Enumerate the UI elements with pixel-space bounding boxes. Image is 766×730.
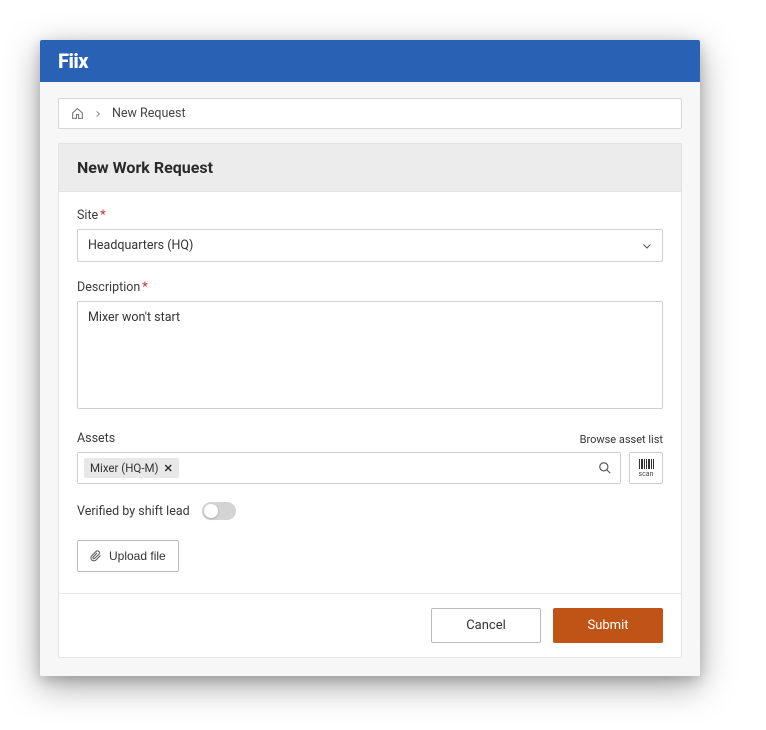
form-card: New Work Request Site* Headquarters (HQ) [58,143,682,658]
scan-label: scan [639,470,654,478]
search-icon[interactable] [598,461,612,475]
form-body: Site* Headquarters (HQ) Description* [59,192,681,593]
breadcrumb: New Request [58,98,682,129]
site-select[interactable]: Headquarters (HQ) [77,229,663,262]
submit-button[interactable]: Submit [553,608,663,643]
verified-label: Verified by shift lead [77,504,190,519]
app-header: Fiix [40,40,700,82]
site-select-wrap: Headquarters (HQ) [77,229,663,262]
home-icon[interactable] [71,107,84,120]
app-window: Fiix New Request New Work Request Site* [40,40,700,676]
assets-input[interactable]: Mixer (HQ-M) ✕ [77,452,621,484]
description-group: Description* [77,280,663,413]
description-label: Description* [77,280,663,295]
barcode-icon [639,459,654,469]
remove-tag-icon[interactable]: ✕ [164,462,173,475]
assets-label: Assets [77,431,115,446]
asset-tag: Mixer (HQ-M) ✕ [84,458,179,478]
toggle-knob [204,504,218,518]
description-textarea[interactable] [77,301,663,409]
upload-file-button[interactable]: Upload file [77,540,179,572]
form-footer: Cancel Submit [59,593,681,657]
required-marker: * [142,280,147,295]
brand-logo: Fiix [58,49,88,73]
page-title: New Work Request [59,144,681,192]
paperclip-icon [90,550,102,562]
browse-asset-list-link[interactable]: Browse asset list [580,433,663,446]
chevron-right-icon [94,110,102,118]
scan-button[interactable]: scan [629,452,663,484]
asset-tag-label: Mixer (HQ-M) [90,461,159,475]
upload-label: Upload file [109,549,166,563]
verified-row: Verified by shift lead [77,502,663,520]
cancel-button[interactable]: Cancel [431,608,541,643]
breadcrumb-current: New Request [112,106,186,121]
required-marker: * [100,208,105,223]
assets-group: Assets Browse asset list Mixer (HQ-M) ✕ [77,431,663,484]
verified-toggle[interactable] [202,502,236,520]
site-group: Site* Headquarters (HQ) [77,208,663,262]
site-label: Site* [77,208,663,223]
content-area: New Request New Work Request Site* Headq… [40,82,700,676]
